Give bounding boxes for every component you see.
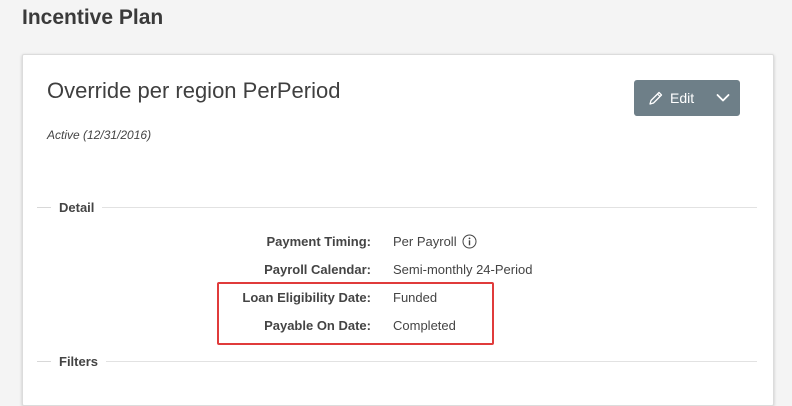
page-title: Incentive Plan bbox=[22, 6, 164, 29]
filters-section-header: Filters bbox=[37, 353, 757, 369]
plan-card: Override per region PerPeriod Active (12… bbox=[22, 54, 774, 406]
detail-row-payment-timing: Payment Timing: Per Payroll bbox=[23, 234, 623, 252]
info-icon[interactable] bbox=[462, 234, 477, 249]
payment-timing-value: Per Payroll bbox=[393, 234, 457, 249]
detail-label: Payment Timing: bbox=[266, 234, 371, 249]
chevron-down-icon bbox=[716, 93, 730, 103]
plan-status: Active (12/31/2016) bbox=[47, 128, 152, 142]
edit-label: Edit bbox=[670, 90, 695, 106]
edit-menu-toggle[interactable] bbox=[706, 80, 740, 116]
edit-button[interactable]: Edit bbox=[634, 80, 706, 116]
pencil-icon bbox=[648, 90, 670, 106]
edit-button-group: Edit bbox=[634, 80, 741, 116]
detail-value: Per Payroll bbox=[393, 234, 477, 249]
detail-row-payroll-calendar: Payroll Calendar: Semi-monthly 24-Period bbox=[23, 262, 623, 280]
filters-section-title: Filters bbox=[59, 353, 99, 369]
detail-section-title: Detail bbox=[59, 199, 95, 215]
detail-section-header: Detail bbox=[37, 199, 757, 215]
detail-value: Semi-monthly 24-Period bbox=[393, 262, 533, 277]
detail-label: Payroll Calendar: bbox=[264, 262, 371, 277]
highlight-annotation bbox=[217, 282, 494, 345]
plan-title: Override per region PerPeriod bbox=[47, 78, 341, 103]
